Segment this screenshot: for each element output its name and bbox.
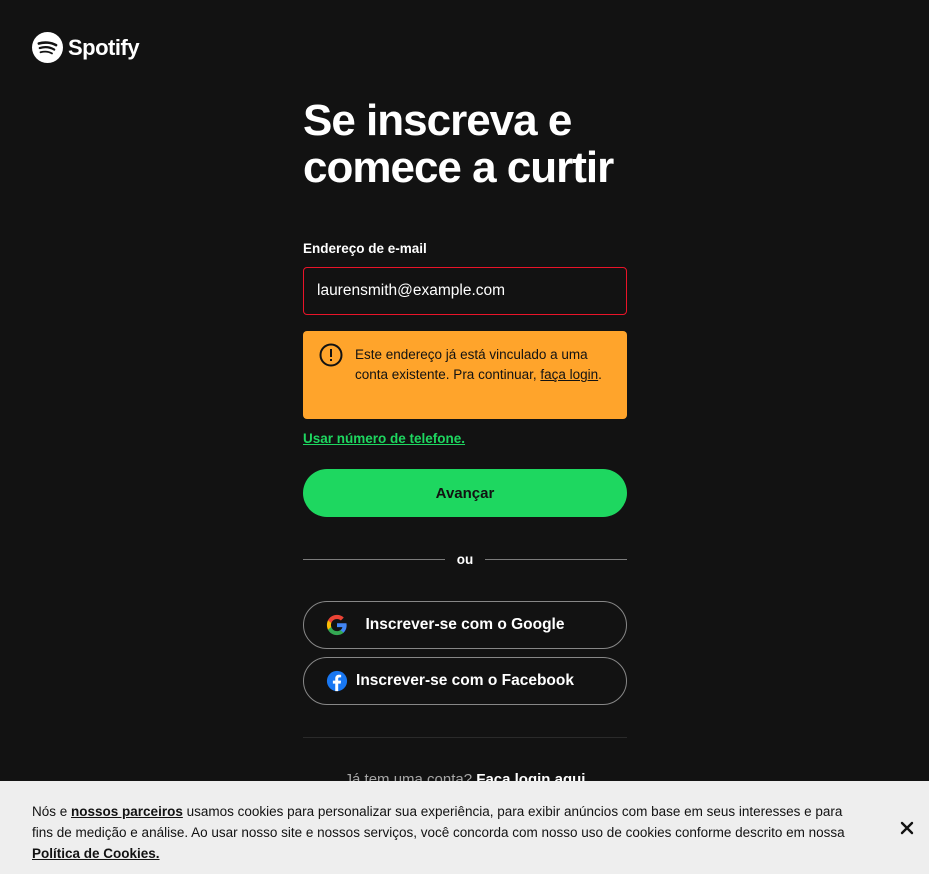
google-button-label: Inscrever-se com o Google — [365, 616, 565, 633]
facebook-signup-button[interactable]: Inscrever-se com o Facebook — [303, 657, 627, 705]
email-error-banner: Este endereço já está vinculado a uma co… — [303, 331, 627, 419]
partners-link[interactable]: nossos parceiros — [71, 804, 183, 819]
title-line-2: comece a curtir — [303, 143, 614, 192]
title-line-1: Se inscreva e — [303, 96, 572, 145]
cookie-banner: Nós e nossos parceiros usamos cookies pa… — [0, 781, 929, 874]
google-icon — [326, 614, 347, 636]
warning-circle-icon — [319, 343, 343, 367]
divider-line-left — [303, 558, 445, 560]
use-phone-link[interactable]: Usar número de telefone. — [303, 431, 465, 446]
spotify-wordmark: Spotify — [68, 34, 140, 60]
error-text-after: . — [598, 367, 602, 382]
divider-line-right — [485, 558, 627, 560]
bottom-separator — [303, 737, 627, 738]
google-signup-button[interactable]: Inscrever-se com o Google — [303, 601, 627, 649]
or-divider: ou — [303, 551, 627, 567]
cookie-text: Nós e nossos parceiros usamos cookies pa… — [32, 801, 862, 864]
next-button[interactable]: Avançar — [303, 469, 627, 517]
email-label: Endereço de e-mail — [303, 241, 427, 256]
email-input[interactable] — [303, 267, 627, 315]
cookie-policy-link[interactable]: Política de Cookies. — [32, 846, 160, 861]
spotify-logo[interactable]: Spotify — [32, 32, 140, 63]
spotify-logo-icon — [32, 32, 63, 63]
facebook-icon — [326, 670, 348, 692]
close-cookie-banner-button[interactable] — [895, 816, 919, 840]
error-login-link[interactable]: faça login — [540, 367, 598, 382]
page-title: Se inscreva e comece a curtir — [303, 97, 643, 191]
divider-text: ou — [456, 551, 474, 567]
facebook-button-label: Inscrever-se com o Facebook — [356, 672, 574, 689]
cookie-text-1: Nós e — [32, 804, 72, 819]
close-icon — [900, 821, 914, 835]
error-message: Este endereço já está vinculado a uma co… — [355, 343, 611, 407]
